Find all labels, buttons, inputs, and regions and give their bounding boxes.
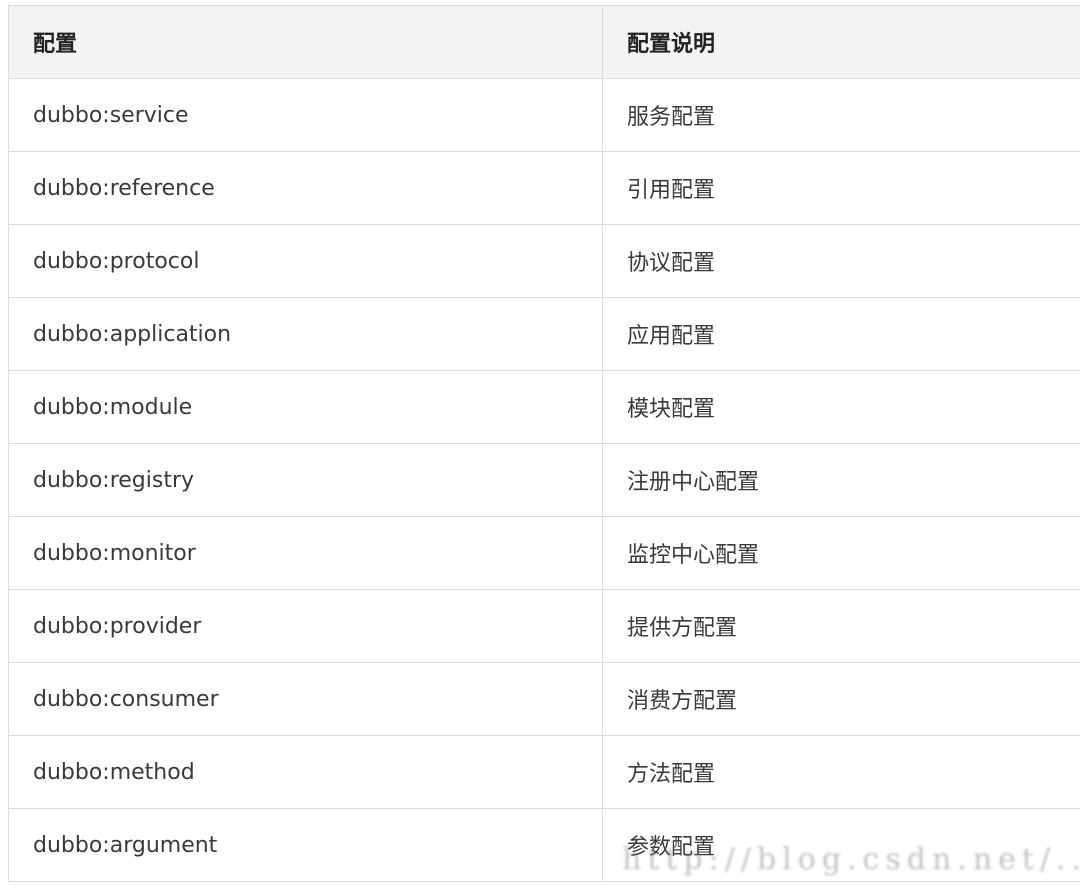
config-description-cell: 注册中心配置 [602, 443, 1080, 517]
config-table-container: 配置 配置说明 dubbo:service 服务配置 dubbo:referen… [8, 5, 1080, 889]
config-key-cell: dubbo:provider [8, 589, 603, 663]
config-description-cell: 方法配置 [602, 735, 1080, 809]
watermark-text: http://blog.csdn.net/... [622, 842, 1080, 877]
config-key-cell: dubbo:consumer [8, 662, 603, 736]
config-key-cell: dubbo:application [8, 297, 603, 371]
config-description-cell: 提供方配置 [602, 589, 1080, 663]
table-row: dubbo:monitor 监控中心配置 [8, 516, 1080, 590]
config-description-cell: 监控中心配置 [602, 516, 1080, 590]
column-header-config: 配置 [8, 5, 603, 79]
dubbo-config-table: 配置 配置说明 dubbo:service 服务配置 dubbo:referen… [8, 5, 1080, 882]
table-row: dubbo:protocol 协议配置 [8, 224, 1080, 298]
table-header-row: 配置 配置说明 [8, 5, 1080, 79]
config-description-cell: 模块配置 [602, 370, 1080, 444]
config-description-cell: 协议配置 [602, 224, 1080, 298]
table-row: dubbo:consumer 消费方配置 [8, 662, 1080, 736]
config-description-cell: 应用配置 [602, 297, 1080, 371]
table-row: dubbo:registry 注册中心配置 [8, 443, 1080, 517]
config-key-cell: dubbo:monitor [8, 516, 603, 590]
config-description-cell: 服务配置 [602, 78, 1080, 152]
config-key-cell: dubbo:reference [8, 151, 603, 225]
table-row: dubbo:application 应用配置 [8, 297, 1080, 371]
table-row: dubbo:reference 引用配置 [8, 151, 1080, 225]
table-row: dubbo:provider 提供方配置 [8, 589, 1080, 663]
config-key-cell: dubbo:method [8, 735, 603, 809]
table-row: dubbo:service 服务配置 [8, 78, 1080, 152]
config-key-cell: dubbo:service [8, 78, 603, 152]
config-key-cell: dubbo:protocol [8, 224, 603, 298]
config-description-cell: 消费方配置 [602, 662, 1080, 736]
column-header-description: 配置说明 [602, 5, 1080, 79]
table-row: dubbo:method 方法配置 [8, 735, 1080, 809]
config-key-cell: dubbo:registry [8, 443, 603, 517]
config-key-cell: dubbo:module [8, 370, 603, 444]
config-key-cell: dubbo:argument [8, 808, 603, 882]
table-row: dubbo:module 模块配置 [8, 370, 1080, 444]
config-description-cell: 引用配置 [602, 151, 1080, 225]
